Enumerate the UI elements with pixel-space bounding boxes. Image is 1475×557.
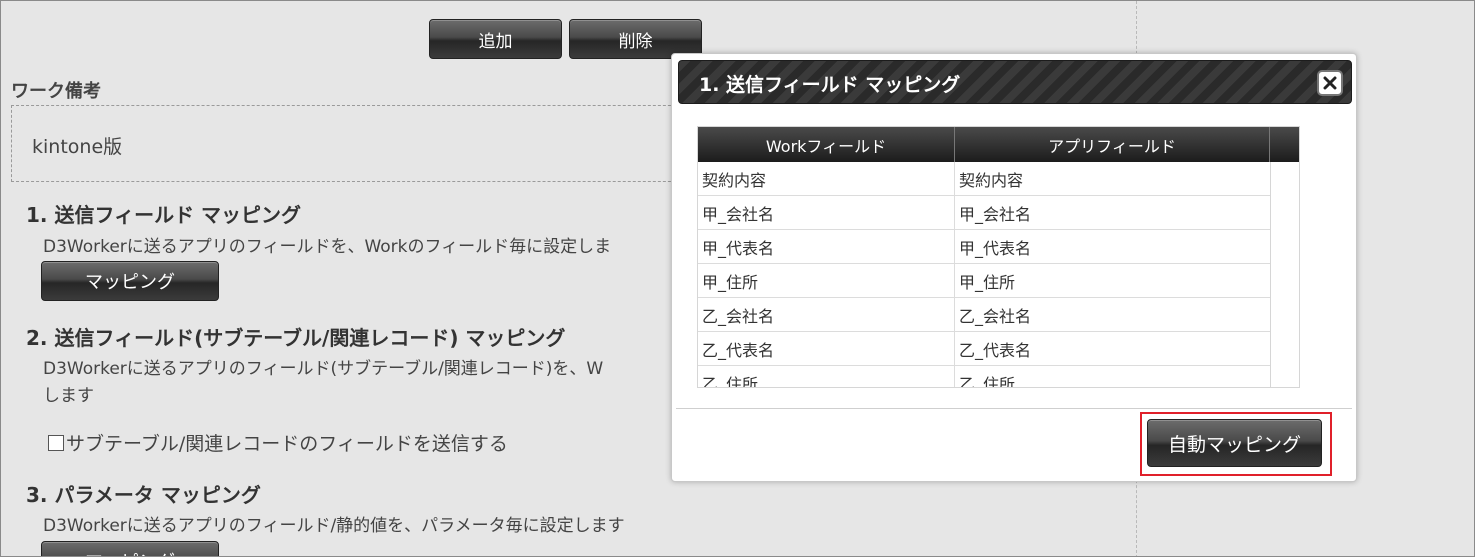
mapping-table-header: Workフィールド アプリフィールド — [698, 127, 1299, 162]
app-field-cell[interactable]: 甲_代表名 — [955, 230, 1271, 263]
work-field-cell: 甲_住所 — [698, 264, 955, 297]
section-2-title: 2. 送信フィールド(サブテーブル/関連レコード) マッピング — [26, 326, 566, 350]
work-field-cell: 甲_代表名 — [698, 230, 955, 263]
table-row: 乙_会社名 乙_会社名 — [698, 298, 1271, 332]
dialog-title: 1. 送信フィールド マッピング — [699, 74, 961, 96]
app-field-cell[interactable]: 乙_代表名 — [955, 332, 1271, 365]
table-row: 甲_住所 甲_住所 — [698, 264, 1271, 298]
subtable-checkbox-row[interactable]: サブテーブル/関連レコードのフィールドを送信する — [48, 429, 508, 456]
app-field-cell[interactable]: 甲_会社名 — [955, 196, 1271, 229]
column-header-app-field: アプリフィールド — [955, 127, 1270, 162]
work-field-cell: 甲_会社名 — [698, 196, 955, 229]
dialog-close-button[interactable] — [1317, 70, 1343, 96]
section-2-description: D3Workerに送るアプリのフィールド(サブテーブル/関連レコード)を、W — [43, 359, 604, 379]
work-field-cell: 乙_住所 — [698, 366, 955, 387]
mapping-table: Workフィールド アプリフィールド 契約内容 契約内容 甲_会社名 甲_会社名… — [697, 126, 1300, 388]
table-scrollbar[interactable] — [1270, 162, 1299, 387]
app-field-cell[interactable]: 甲_住所 — [955, 264, 1271, 297]
work-memo-label: ワーク備考 — [11, 81, 101, 102]
app-field-cell[interactable]: 乙_会社名 — [955, 298, 1271, 331]
section-1-title: 1. 送信フィールド マッピング — [26, 203, 302, 227]
work-field-cell: 契約内容 — [698, 162, 955, 195]
subtable-checkbox[interactable] — [48, 434, 64, 451]
table-row: 甲_会社名 甲_会社名 — [698, 196, 1271, 230]
table-row: 乙_住所 乙_住所 — [698, 366, 1271, 387]
work-field-cell: 乙_代表名 — [698, 332, 955, 365]
column-header-work-field: Workフィールド — [698, 127, 955, 162]
section-3-description: D3Workerに送るアプリのフィールド/静的値を、パラメータ毎に設定します — [43, 516, 625, 536]
work-memo-box: kintone版 — [11, 105, 711, 182]
dialog-header: 1. 送信フィールド マッピング — [678, 60, 1352, 104]
table-row: 契約内容 契約内容 — [698, 162, 1271, 196]
close-icon — [1323, 76, 1337, 90]
section-2-description-cont: します — [43, 386, 94, 406]
section-3-title: 3. パラメータ マッピング — [26, 483, 261, 507]
section-1-description: D3Workerに送るアプリのフィールドを、Workのフィールド毎に設定しま — [43, 237, 612, 257]
table-row: 乙_代表名 乙_代表名 — [698, 332, 1271, 366]
app-field-cell[interactable]: 乙_住所 — [955, 366, 1271, 387]
page: 追加 削除 ワーク備考 kintone版 1. 送信フィールド マッピング D3… — [0, 0, 1475, 557]
dialog-footer-divider — [676, 408, 1352, 409]
column-header-spacer — [1270, 127, 1299, 162]
table-row: 甲_代表名 甲_代表名 — [698, 230, 1271, 264]
section-1-mapping-button[interactable]: マッピング — [41, 261, 219, 301]
section-3-mapping-button[interactable]: マッピング — [41, 541, 219, 556]
add-button[interactable]: 追加 — [429, 19, 562, 59]
work-field-cell: 乙_会社名 — [698, 298, 955, 331]
auto-mapping-highlight — [1140, 412, 1332, 476]
work-memo-value: kintone版 — [32, 136, 123, 158]
app-field-cell[interactable]: 契約内容 — [955, 162, 1271, 195]
subtable-checkbox-label: サブテーブル/関連レコードのフィールドを送信する — [66, 433, 508, 455]
mapping-table-body: 契約内容 契約内容 甲_会社名 甲_会社名 甲_代表名 甲_代表名 甲_住所 甲… — [698, 162, 1271, 387]
